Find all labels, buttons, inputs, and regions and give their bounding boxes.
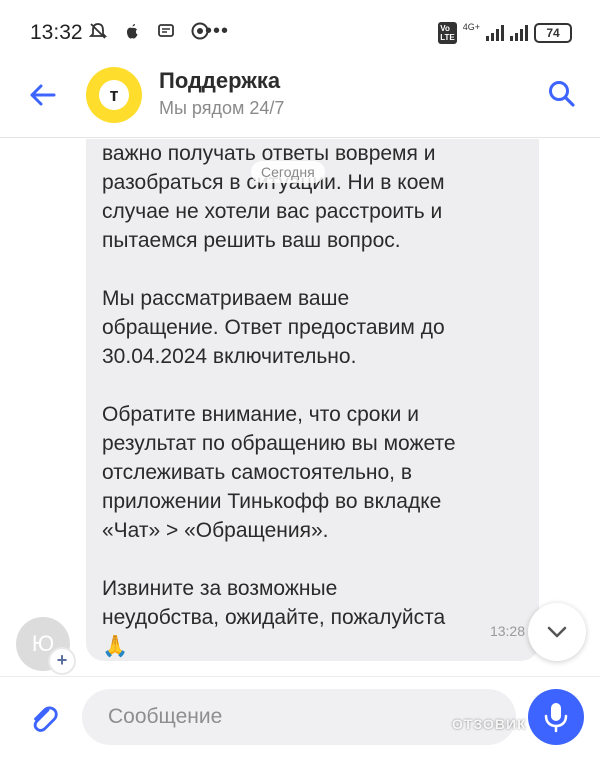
chat-subtitle: Мы рядом 24/7 (159, 98, 285, 118)
arrow-left-icon[interactable] (26, 78, 60, 112)
status-time: 13:32 (30, 21, 83, 44)
chat-header: т Поддержка Мы рядом 24/7 (0, 58, 600, 138)
volte-icon: Vo LTE (438, 22, 457, 44)
status-bar: 13:32 ••• Vo LTE 4G+ 74 (0, 0, 600, 58)
system-indicators: Vo LTE 4G+ 74 (438, 22, 572, 44)
message-input[interactable] (82, 689, 516, 745)
battery-icon: 74 (534, 23, 572, 43)
network-type: 4G+ (462, 22, 480, 32)
bell-muted-icon (88, 23, 108, 39)
search-icon[interactable] (546, 78, 578, 110)
message-time: 13:28 (489, 623, 525, 639)
chevron-down-icon (547, 626, 567, 638)
avatar-letter: т (99, 80, 129, 110)
message-composer: ОТЗОВИК (0, 676, 600, 758)
plus-icon[interactable]: + (48, 647, 76, 675)
paperclip-icon[interactable] (26, 701, 62, 737)
support-avatar[interactable]: т (86, 67, 142, 123)
signal-2-icon (510, 25, 528, 41)
date-chip: Сегодня (251, 161, 325, 183)
message-text: важно получать ответы вовремя и разобрат… (102, 142, 456, 658)
microphone-icon (544, 703, 568, 733)
mic-button[interactable] (528, 689, 584, 745)
more-notifications-icon: ••• (205, 20, 230, 42)
apple-icon (127, 24, 138, 39)
message-bubble[interactable]: важно получать ответы вовремя и разобрат… (86, 139, 539, 661)
signal-1-icon (486, 25, 504, 41)
watermark-logo: ОТЗОВИК (452, 716, 527, 732)
scroll-down-button[interactable] (528, 603, 586, 661)
message-icon (158, 24, 174, 37)
chat-title[interactable]: Поддержка (159, 68, 280, 94)
chat-area[interactable]: важно получать ответы вовремя и разобрат… (0, 139, 600, 676)
notification-icons (88, 21, 210, 41)
